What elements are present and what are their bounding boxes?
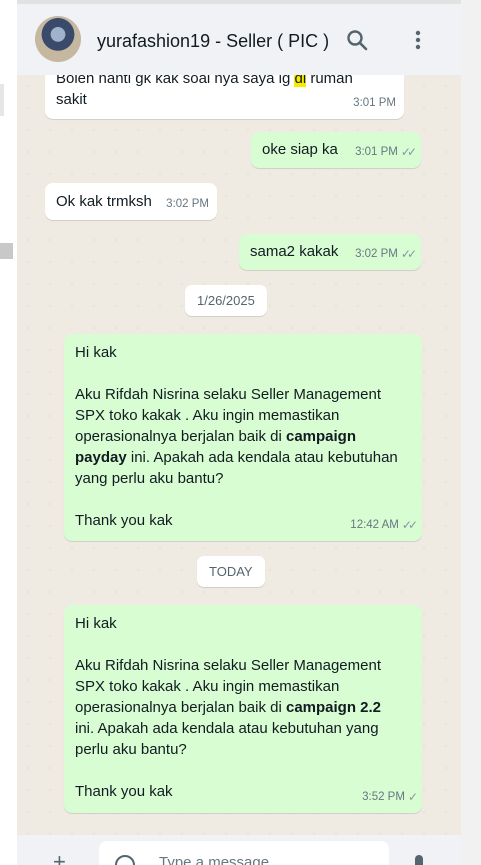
outgoing-message[interactable]: oke siap ka 3:01 PM ✓✓ (251, 132, 421, 168)
side-tab[interactable] (0, 84, 4, 116)
message-placeholder: Type a message (159, 854, 270, 865)
message-time: 3:01 PM (353, 97, 396, 109)
chat-window: yurafashion19 - Seller ( PIC ) Boleh nan… (17, 0, 461, 865)
message-text: Boleh nanti gk kak soal nya saya lg di r… (56, 75, 353, 108)
outgoing-message[interactable]: Hi kak Aku Rifdah Nisrina selaku Seller … (64, 334, 422, 541)
microphone-icon[interactable] (415, 855, 423, 865)
date-separator: TODAY (197, 556, 265, 587)
attach-icon[interactable]: + (53, 849, 66, 865)
read-receipt-icon: ✓✓ (400, 145, 417, 159)
more-vertical-icon (415, 30, 421, 50)
chat-header: yurafashion19 - Seller ( PIC ) (17, 0, 461, 75)
search-button[interactable] (342, 24, 372, 56)
message-input[interactable]: Type a message (99, 841, 389, 865)
message-time: 3:01 PM ✓✓ (355, 142, 417, 163)
message-text: Hi kak Aku Rifdah Nisrina selaku Seller … (75, 615, 382, 800)
browser-side-strip (0, 0, 18, 865)
outgoing-message[interactable]: sama2 kakak 3:02 PM ✓✓ (239, 234, 421, 270)
incoming-message[interactable]: Ok kak trmksh 3:02 PM (45, 183, 217, 220)
message-text: sama2 kakak (250, 243, 339, 260)
sent-tick-icon: ✓ (407, 790, 418, 804)
message-time: 3:02 PM (166, 198, 209, 210)
emoji-icon[interactable] (115, 855, 135, 865)
message-time: 3:02 PM ✓✓ (355, 244, 417, 265)
read-receipt-icon: ✓✓ (400, 247, 417, 261)
search-icon (347, 30, 368, 51)
message-text: oke siap ka (262, 141, 338, 158)
outgoing-message[interactable]: Hi kak Aku Rifdah Nisrina selaku Seller … (64, 605, 422, 813)
read-receipt-icon: ✓✓ (401, 518, 418, 532)
date-separator: 1/26/2025 (185, 285, 267, 316)
message-text: Hi kak Aku Rifdah Nisrina selaku Seller … (75, 344, 398, 529)
side-scroll-handle[interactable] (0, 243, 13, 259)
message-list: Boleh nanti gk kak soal nya saya lg di r… (17, 75, 461, 835)
message-time: 3:52 PM ✓ (362, 787, 418, 808)
menu-button[interactable] (403, 24, 433, 56)
page-scrollbar[interactable] (461, 0, 481, 865)
message-text: Ok kak trmksh (56, 193, 152, 210)
avatar[interactable] (35, 16, 81, 62)
incoming-message[interactable]: Boleh nanti gk kak soal nya saya lg di r… (45, 75, 404, 119)
message-composer: + Type a message (17, 835, 461, 865)
chat-title[interactable]: yurafashion19 - Seller ( PIC ) (97, 31, 329, 52)
message-time: 12:42 AM ✓✓ (350, 515, 418, 536)
